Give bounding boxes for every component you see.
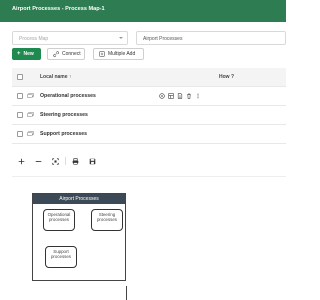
row-name: Support processes <box>40 131 87 137</box>
row-name: Steering processes <box>40 112 88 118</box>
zoom-out-icon[interactable] <box>35 158 42 165</box>
process-map-select[interactable]: Process Map <box>12 31 128 45</box>
sort-icon: ↑ <box>68 74 72 80</box>
selected-map-field[interactable]: Airport Processes <box>136 31 286 45</box>
row-actions <box>159 93 201 99</box>
select-all-checkbox[interactable] <box>17 74 23 80</box>
app-header: Airport Processes - Process Map-1 <box>0 0 286 22</box>
new-button-label: New <box>23 51 34 57</box>
row-checkbox[interactable] <box>17 112 23 118</box>
process-icon <box>27 93 34 98</box>
table-header: Local name ↑ How ? <box>12 68 286 87</box>
zoom-in-icon[interactable] <box>18 158 25 165</box>
fit-screen-icon[interactable] <box>52 157 59 165</box>
table-row[interactable]: Operational processes <box>12 87 286 106</box>
plus-icon: + <box>17 51 21 57</box>
link-icon <box>53 51 59 57</box>
more-options-icon[interactable] <box>195 93 201 99</box>
row-checkbox[interactable] <box>17 93 23 99</box>
page-title: Airport Processes - Process Map-1 <box>12 6 105 12</box>
toolbar-divider <box>65 157 66 165</box>
new-button[interactable]: + New <box>12 48 41 60</box>
diagram-edge <box>126 286 127 300</box>
column-how: How ? <box>219 74 234 80</box>
selected-map-value: Airport Processes <box>143 35 183 42</box>
row-checkbox[interactable] <box>17 131 23 137</box>
process-icon <box>27 131 34 136</box>
open-diagram-icon[interactable] <box>168 93 174 99</box>
multiple-add-button[interactable]: Multiple Add <box>93 48 144 60</box>
diagram-node-operational[interactable]: Operational processes <box>43 209 75 231</box>
multiple-add-button-label: Multiple Add <box>108 51 136 57</box>
section-divider <box>12 176 286 177</box>
process-map-diagram[interactable]: Airport Processes Operational processes … <box>32 193 126 281</box>
process-icon <box>27 112 34 117</box>
table-row[interactable]: Steering processes <box>12 106 286 125</box>
connect-button-label: Connect <box>62 51 81 57</box>
row-name: Operational processes <box>40 93 96 99</box>
diagram-title: Airport Processes <box>33 194 125 204</box>
diagram-node-steering[interactable]: Steering processes <box>91 209 123 231</box>
delete-icon[interactable] <box>186 93 192 99</box>
multiple-add-icon <box>99 51 105 57</box>
save-icon[interactable] <box>89 158 96 165</box>
column-local-name[interactable]: Local name ↑ <box>40 74 71 80</box>
chevron-down-icon <box>119 37 123 39</box>
diagram-toolbar <box>18 157 96 165</box>
document-icon[interactable] <box>177 93 183 99</box>
add-circle-icon[interactable] <box>159 93 165 99</box>
print-icon[interactable] <box>72 157 79 165</box>
connect-button[interactable]: Connect <box>47 48 85 60</box>
process-map-placeholder: Process Map <box>19 35 49 42</box>
diagram-node-support[interactable]: Support processes <box>45 246 77 268</box>
table-row[interactable]: Support processes <box>12 125 286 144</box>
